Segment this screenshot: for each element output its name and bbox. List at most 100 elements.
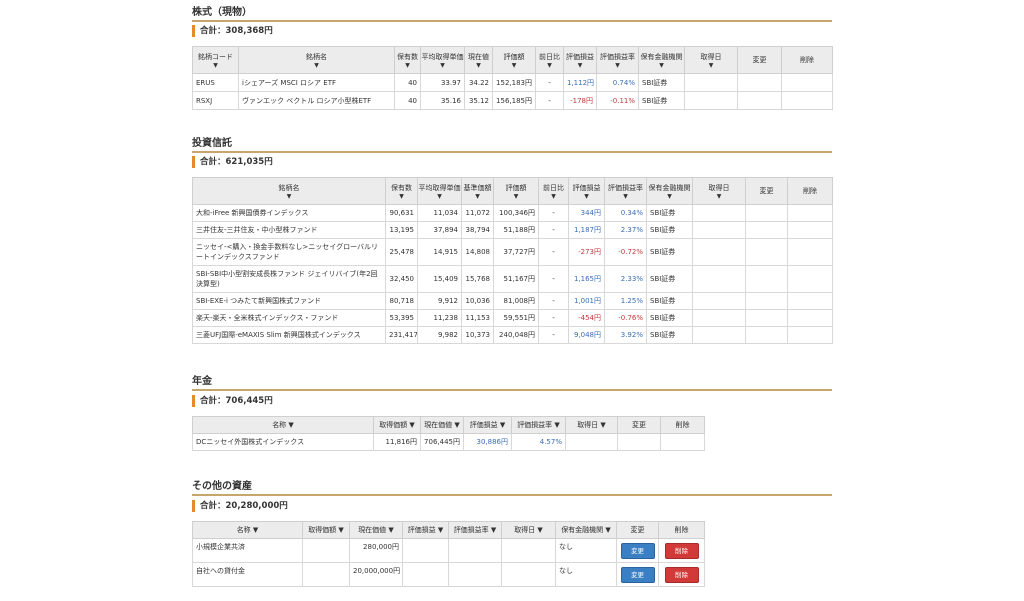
cell-date (692, 238, 746, 266)
cell-pl (402, 562, 449, 587)
col-inst[interactable]: 保有金融機関 ▼ (555, 521, 617, 539)
cell-delete (787, 265, 833, 293)
edit-button[interactable]: 変更 (620, 542, 655, 559)
delete-button[interactable]: 削除 (664, 542, 699, 559)
sort-arrow-icon: ▼ (659, 61, 664, 69)
col-delete: 削除 (787, 177, 833, 205)
cell-base: 11,072 (461, 204, 494, 222)
cell-pl: 344円 (568, 204, 605, 222)
cell-prev: - (535, 73, 564, 92)
pension-table: 名称 ▼ 取得価額 ▼ 現在価値 ▼ 評価損益 ▼ 評価損益率 ▼ 取得日 ▼ … (192, 416, 705, 451)
col-avg[interactable]: 平均取得単価 ▼ (417, 177, 462, 205)
cell-delete (787, 309, 833, 327)
cell-current: 706,445円 (420, 433, 464, 451)
cell-plr: 4.57% (511, 433, 566, 451)
cell-date (501, 538, 556, 563)
cell-plr (448, 562, 502, 587)
col-plr[interactable]: 評価損益率 ▼ (604, 177, 647, 205)
cell-inst: SBI証券 (638, 73, 685, 92)
cell-plr: 0.74% (596, 73, 639, 92)
col-inst[interactable]: 保有金融機関 ▼ (638, 46, 685, 74)
pension-total: 合計：706,445円 (192, 395, 273, 407)
table-row: 大和-iFree 新興国債券インデックス 90,631 11,034 11,07… (192, 204, 833, 222)
cell-qty: 13,195 (385, 221, 418, 239)
cell-name: 大和-iFree 新興国債券インデックス (192, 204, 386, 222)
col-inst[interactable]: 保有金融機関 ▼ (646, 177, 693, 205)
col-name[interactable]: 銘柄名 ▼ (192, 177, 386, 205)
funds-total: 合計：621,035円 (192, 156, 273, 168)
col-cost[interactable]: 取得価額 ▼ (302, 521, 350, 539)
col-value[interactable]: 評価額 ▼ (493, 177, 539, 205)
col-current[interactable]: 現在価値 ▼ (349, 521, 403, 539)
cell-inst: なし (555, 538, 617, 563)
delete-button[interactable]: 削除 (664, 566, 699, 583)
cell-name: 自社への貸付金 (192, 562, 303, 587)
col-code[interactable]: 銘柄コード ▼ (192, 46, 239, 74)
col-base[interactable]: 基準価額 ▼ (461, 177, 494, 205)
sort-arrow-icon: ▼ (314, 61, 319, 69)
col-name[interactable]: 名称 ▼ (192, 521, 303, 539)
cell-avg: 15,409 (417, 265, 462, 293)
cell-date (692, 221, 746, 239)
col-name[interactable]: 名称 ▼ (192, 416, 374, 434)
cell-delete (787, 238, 833, 266)
col-plr[interactable]: 評価損益率 ▼ (448, 521, 502, 539)
sort-arrow-icon: ▼ (716, 192, 722, 200)
cell-pl: 1,165円 (568, 265, 605, 293)
cell-avg: 33.97 (420, 73, 465, 92)
funds-heading: 投資信託 (192, 134, 832, 153)
cell-pl: 30,886円 (463, 433, 512, 451)
cell-qty: 25,478 (385, 238, 418, 266)
col-avg[interactable]: 平均取得単価 ▼ (420, 46, 465, 74)
sort-arrow-icon: ▼ (577, 61, 583, 69)
cell-qty: 80,718 (385, 292, 418, 310)
col-plr[interactable]: 評価損益率 ▼ (511, 416, 566, 434)
col-qty[interactable]: 保有数 ▼ (385, 177, 418, 205)
edit-button[interactable]: 変更 (620, 566, 655, 583)
col-prev[interactable]: 前日比 ▼ (535, 46, 564, 74)
cell-plr: 2.33% (604, 265, 647, 293)
col-current[interactable]: 現在価値 ▼ (420, 416, 464, 434)
col-name[interactable]: 銘柄名 ▼ (238, 46, 395, 74)
cell-date (692, 292, 746, 310)
col-plr[interactable]: 評価損益率 ▼ (596, 46, 639, 74)
stocks-header-row: 銘柄コード ▼ 銘柄名 ▼ 保有数 ▼ 平均取得単価 ▼ 現在値 ▼ 評価額 ▼ 前日比 ▼ … (192, 46, 833, 74)
cell-name: SBI-EXE-i つみたて新興国株式ファンド (192, 292, 386, 310)
col-value[interactable]: 評価額 ▼ (492, 46, 536, 74)
col-pl[interactable]: 評価損益 ▼ (402, 521, 449, 539)
col-qty[interactable]: 保有数 ▼ (394, 46, 421, 74)
col-pl[interactable]: 評価損益 ▼ (568, 177, 605, 205)
col-date[interactable]: 取得日 ▼ (565, 416, 618, 434)
cell-edit (745, 221, 788, 239)
col-date[interactable]: 取得日 ▼ (692, 177, 746, 205)
cell-delete (781, 91, 833, 110)
cell-edit (745, 292, 788, 310)
table-row: 楽天-楽天・全米株式インデックス・ファンド 53,395 11,238 11,1… (192, 309, 833, 327)
col-price[interactable]: 現在値 ▼ (464, 46, 493, 74)
col-prev[interactable]: 前日比 ▼ (538, 177, 569, 205)
cell-base: 11,153 (461, 309, 494, 327)
cell-prev: - (538, 326, 569, 344)
cell-code: ERUS (192, 73, 239, 92)
cell-name: DCニッセイ外国株式インデックス (192, 433, 374, 451)
cell-value: 100,346円 (493, 204, 539, 222)
sort-arrow-icon: ▼ (547, 61, 552, 69)
cell-delete (787, 221, 833, 239)
sort-arrow-icon: ▼ (615, 61, 620, 69)
cell-value: 152,183円 (492, 73, 536, 92)
col-cost[interactable]: 取得価額 ▼ (373, 416, 421, 434)
cell-qty: 53,395 (385, 309, 418, 327)
col-edit: 変更 (617, 416, 661, 434)
cell-pl: 1,001円 (568, 292, 605, 310)
col-edit: 変更 (745, 177, 788, 205)
col-pl[interactable]: 評価損益 ▼ (563, 46, 597, 74)
col-pl[interactable]: 評価損益 ▼ (463, 416, 512, 434)
col-date[interactable]: 取得日 ▼ (501, 521, 556, 539)
cell-pl: -454円 (568, 309, 605, 327)
cell-edit (745, 204, 788, 222)
cell-cost (302, 562, 350, 587)
cell-plr: 2.37% (604, 221, 647, 239)
col-date[interactable]: 取得日 ▼ (684, 46, 738, 74)
table-row: ERUS iシェアーズ MSCI ロシア ETF 40 33.97 34.22 … (192, 73, 833, 92)
cell-edit: 変更 (616, 538, 659, 563)
